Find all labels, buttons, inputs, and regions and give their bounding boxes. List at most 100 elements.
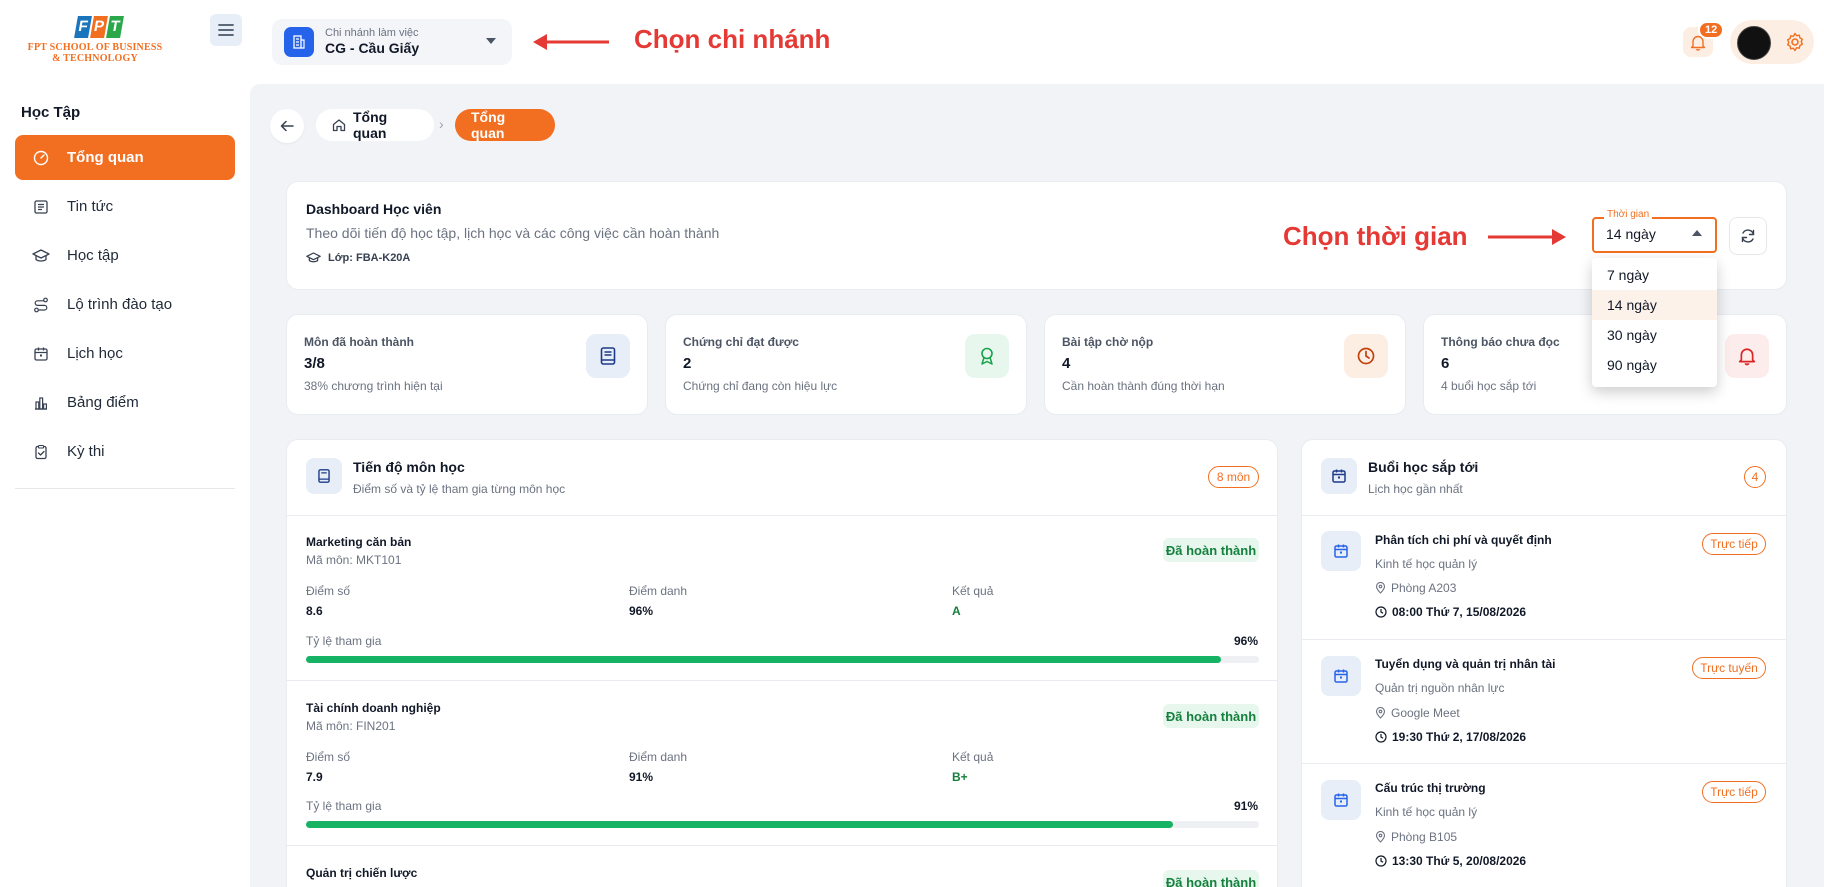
course-name: Tài chính doanh nghiệp: [306, 701, 441, 715]
session-time: 13:30 Thứ 5, 20/08/2026: [1375, 854, 1526, 868]
session-subject: Kinh tế học quản lý: [1375, 557, 1478, 571]
sidebar-item-label: Học tập: [67, 247, 119, 264]
refresh-button[interactable]: [1729, 217, 1767, 255]
back-button[interactable]: [270, 109, 304, 143]
course-result: A: [952, 604, 961, 618]
clock-icon: [1375, 855, 1387, 867]
participation-value: 96%: [1233, 634, 1258, 648]
session-title: Phân tích chi phí và quyết định: [1375, 533, 1552, 547]
session-time: 08:00 Thứ 7, 15/08/2026: [1375, 605, 1526, 619]
time-option[interactable]: 30 ngày: [1592, 320, 1717, 350]
session-time: 19:30 Thứ 2, 17/08/2026: [1375, 730, 1526, 744]
session-location: Phòng A203: [1375, 581, 1456, 595]
branch-selector[interactable]: Chi nhánh làm việc CG - Cầu Giấy: [272, 19, 512, 65]
session-location: Phòng B105: [1375, 830, 1457, 844]
bell-icon: [1725, 334, 1769, 378]
gauge-icon: [31, 148, 51, 168]
course-attendance: 96%: [629, 604, 654, 618]
annotation-arrow-branch: [531, 31, 611, 53]
sidebar-item-hoc-tap[interactable]: Học tập: [15, 233, 235, 278]
stat-card-certificates: Chứng chỉ đạt được 2 Chứng chỉ đang còn …: [665, 314, 1027, 415]
calendar-icon: [1321, 656, 1361, 696]
annotation-arrow-time: [1486, 226, 1568, 248]
branch-value: CG - Cầu Giấy: [325, 40, 420, 56]
graduation-cap-icon: [31, 246, 51, 266]
gear-icon[interactable]: [1783, 30, 1807, 54]
sidebar-item-bang-diem[interactable]: Bảng điểm: [15, 380, 235, 425]
caret-down-icon: [486, 38, 496, 44]
panel-subtitle: Lịch học gần nhất: [1368, 482, 1463, 496]
divider: [287, 680, 1277, 681]
sidebar-item-label: Lịch học: [67, 345, 123, 362]
participation-bar: [306, 821, 1259, 828]
session-location: Google Meet: [1375, 706, 1460, 720]
session-mode-badge: Trực tiếp: [1702, 781, 1766, 803]
participation-bar-fill: [306, 656, 1221, 663]
clock-icon: [1344, 334, 1388, 378]
avatar[interactable]: [1737, 26, 1771, 60]
sidebar-item-ky-thi[interactable]: Kỳ thi: [15, 429, 235, 474]
page-subtitle: Theo dõi tiến độ học tập, lịch học và cá…: [306, 225, 720, 241]
fpt-logo-mark: F P T: [28, 16, 170, 38]
bar-chart-icon: [31, 393, 51, 413]
calendar-icon: [1321, 531, 1361, 571]
session-title: Cấu trúc thị trường: [1375, 781, 1486, 795]
course-score: 7.9: [306, 770, 323, 784]
brand-logo[interactable]: F P T FPT SCHOOL OF BUSINESS & TECHNOLOG…: [20, 16, 170, 72]
sidebar-item-label: Kỳ thi: [67, 443, 105, 460]
calendar-icon: [31, 344, 51, 364]
status-badge: Đã hoàn thành: [1163, 704, 1259, 728]
panel-title: Buổi học sắp tới: [1368, 459, 1479, 475]
annotation-time-text: Chọn thời gian: [1283, 221, 1468, 251]
breadcrumb-current: Tổng quan: [455, 109, 555, 141]
course-progress-panel: Tiến độ môn học Điểm số và tỷ lệ tham gi…: [286, 439, 1278, 887]
map-pin-icon: [1375, 707, 1386, 719]
page-title: Dashboard Học viên: [306, 201, 442, 217]
clock-icon: [1375, 731, 1387, 743]
time-range-value: 14 ngày: [1606, 226, 1656, 242]
book-icon: [586, 334, 630, 378]
divider: [287, 515, 1277, 516]
time-option-selected[interactable]: 14 ngày: [1592, 290, 1717, 320]
sidebar-item-tong-quan[interactable]: Tổng quan: [15, 135, 235, 180]
route-icon: [31, 295, 51, 315]
book-icon: [306, 458, 342, 494]
session-subject: Kinh tế học quản lý: [1375, 805, 1478, 819]
time-option[interactable]: 7 ngày: [1592, 260, 1717, 290]
divider: [287, 845, 1277, 846]
news-icon: [31, 197, 51, 217]
panel-subtitle: Điểm số và tỷ lệ tham gia từng môn học: [353, 482, 566, 496]
graduation-cap-icon: [306, 252, 321, 264]
divider: [1302, 515, 1786, 516]
session-subject: Quản trị nguồn nhân lực: [1375, 681, 1505, 695]
status-badge: Đã hoàn thành: [1163, 538, 1259, 562]
panel-title: Tiến độ môn học: [353, 459, 465, 475]
sidebar-item-tin-tuc[interactable]: Tin tức: [15, 184, 235, 229]
participation-bar: [306, 656, 1259, 663]
course-score: 8.6: [306, 604, 323, 618]
course-count-badge: 8 môn: [1208, 466, 1259, 488]
time-option[interactable]: 90 ngày: [1592, 350, 1717, 380]
breadcrumb-home[interactable]: Tổng quan: [316, 109, 434, 141]
participation-bar-fill: [306, 821, 1174, 828]
hamburger-icon: [218, 23, 234, 37]
map-pin-icon: [1375, 831, 1386, 843]
breadcrumb-home-label: Tổng quan: [353, 109, 388, 141]
course-name: Marketing căn bản: [306, 535, 412, 549]
refresh-icon: [1740, 228, 1756, 244]
sidebar: F P T FPT SCHOOL OF BUSINESS & TECHNOLOG…: [0, 0, 250, 887]
sidebar-item-label: Tin tức: [67, 198, 114, 215]
participation-value: 91%: [1233, 799, 1258, 813]
menu-toggle-button[interactable]: [210, 14, 242, 46]
breadcrumb-separator: ›: [439, 116, 444, 132]
divider: [1302, 763, 1786, 764]
home-icon: [332, 118, 346, 132]
course-attendance: 91%: [629, 770, 654, 784]
sidebar-item-lich-hoc[interactable]: Lịch học: [15, 331, 235, 376]
sidebar-item-lo-trinh[interactable]: Lộ trình đào tạo: [15, 282, 235, 327]
map-pin-icon: [1375, 582, 1386, 594]
logo-text: FPT SCHOOL OF BUSINESS & TECHNOLOGY: [27, 42, 163, 64]
course-code: Mã môn: FIN201: [306, 719, 396, 733]
course-result: B+: [952, 770, 968, 784]
branch-text: Chi nhánh làm việc CG - Cầu Giấy: [325, 27, 419, 57]
